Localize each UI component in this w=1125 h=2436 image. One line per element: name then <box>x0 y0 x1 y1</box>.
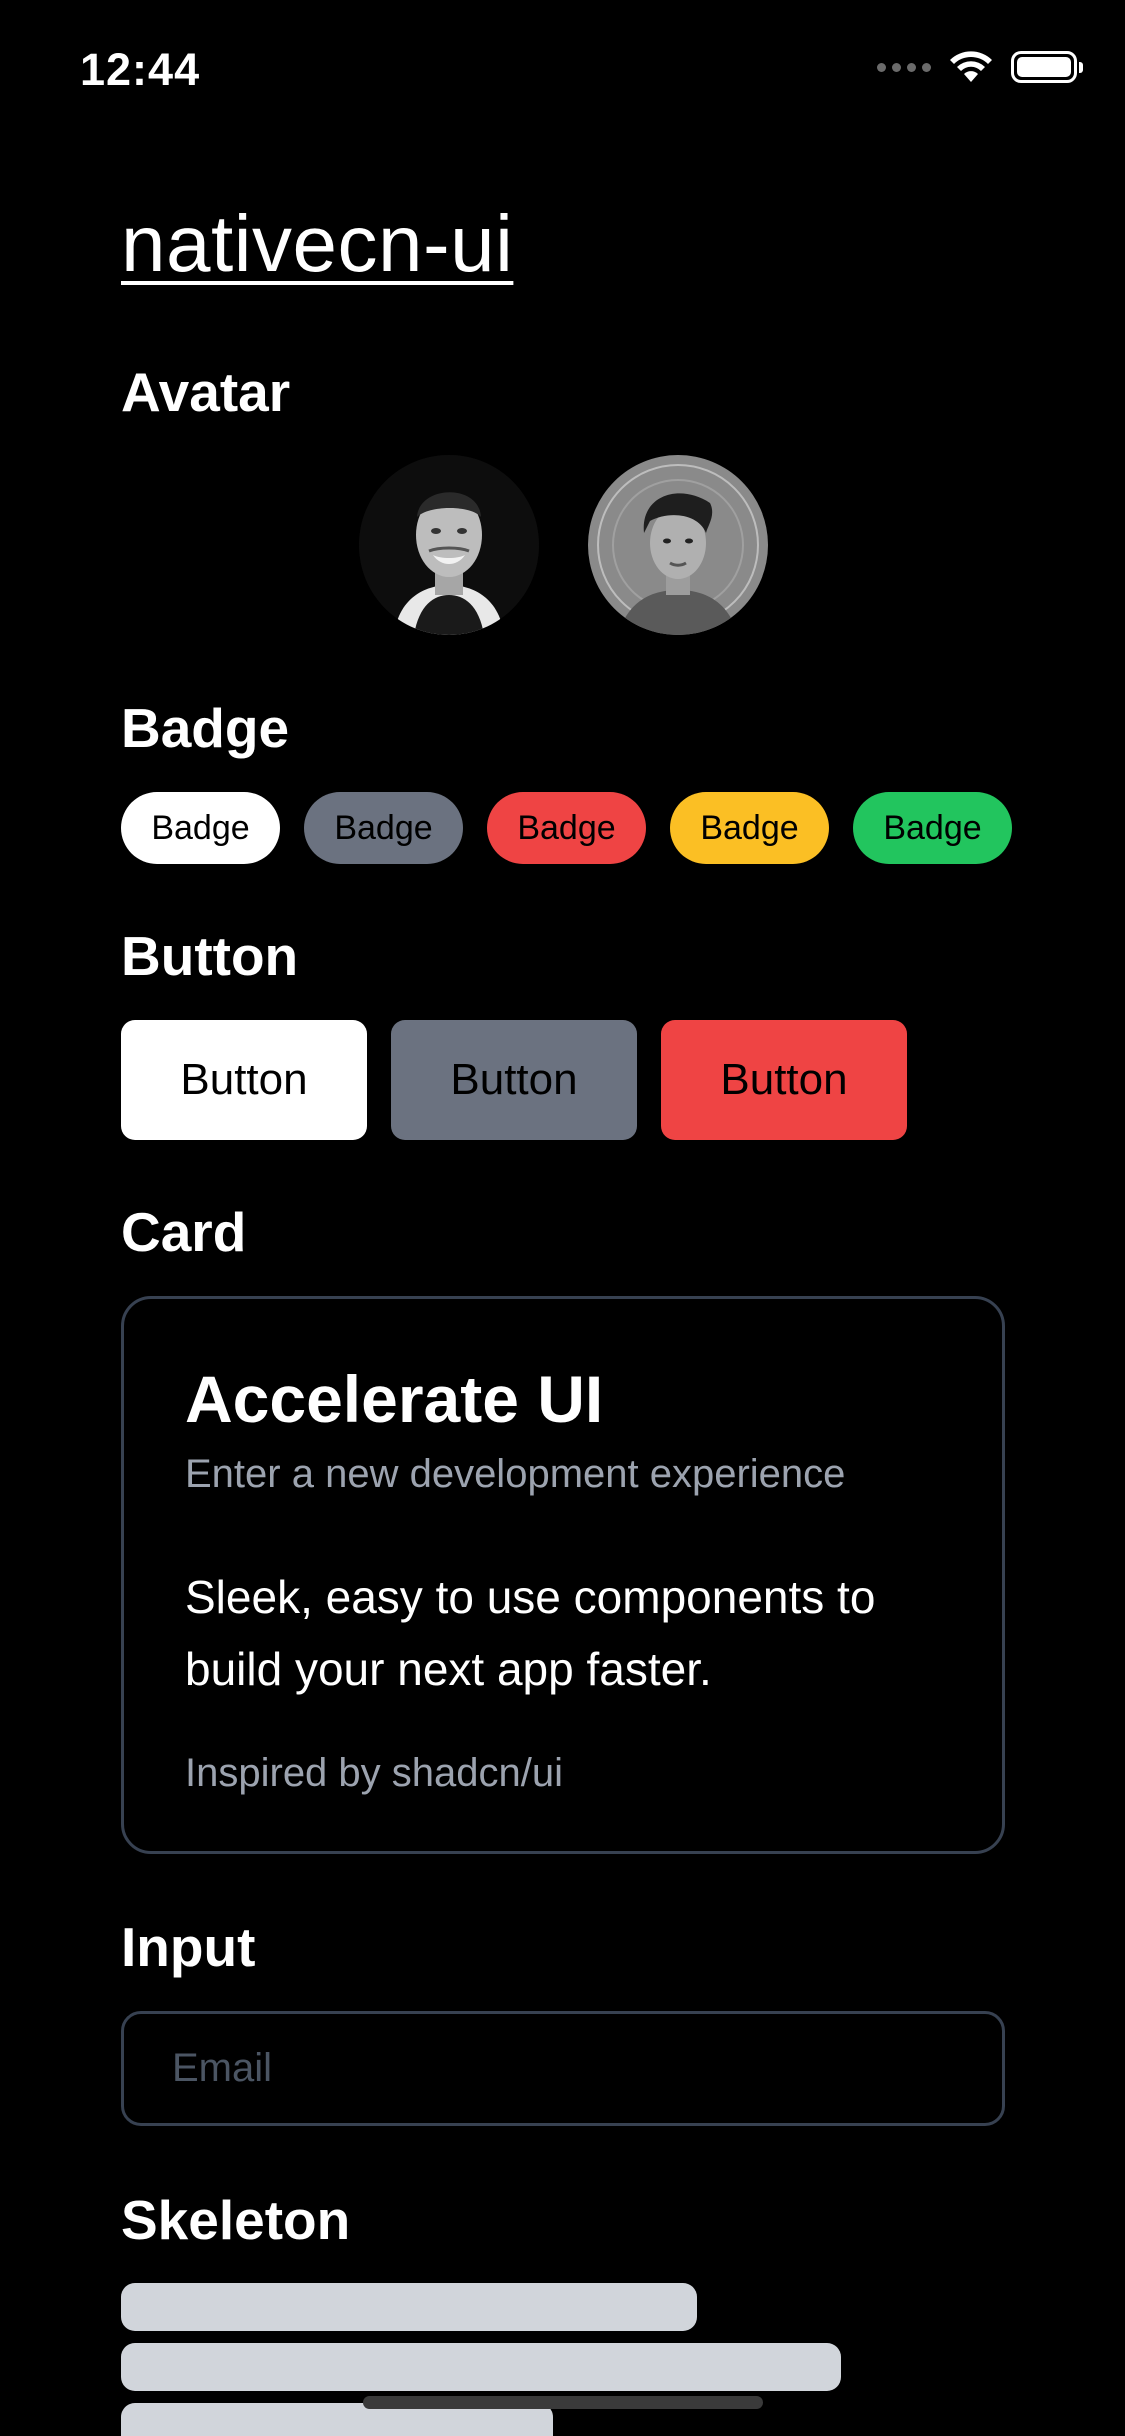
email-input[interactable] <box>121 2011 1005 2126</box>
avatar-smiling-man <box>358 455 539 635</box>
status-time: 12:44 <box>80 44 201 95</box>
home-indicator[interactable] <box>363 2396 763 2409</box>
badge-secondary: Badge <box>304 792 463 864</box>
card: Accelerate UI Enter a new development ex… <box>121 1296 1005 1854</box>
badge-warning: Badge <box>670 792 829 864</box>
button-secondary[interactable]: Button <box>391 1020 637 1140</box>
card-footer: Inspired by shadcn/ui <box>185 1751 564 1795</box>
cellular-signal-icon <box>877 62 931 72</box>
status-icons <box>877 50 1083 84</box>
section-heading-button: Button <box>121 925 299 987</box>
badge-destructive: Badge <box>487 792 646 864</box>
badge-row: Badge Badge Badge Badge Badge <box>121 792 1012 864</box>
card-description: Enter a new development experience <box>185 1452 846 1496</box>
card-title: Accelerate UI <box>185 1362 604 1436</box>
section-heading-input: Input <box>121 1916 256 1978</box>
badge-default: Badge <box>121 792 280 864</box>
button-destructive[interactable]: Button <box>661 1020 907 1140</box>
section-heading-avatar: Avatar <box>121 361 291 423</box>
skeleton-line <box>121 2283 697 2331</box>
section-heading-badge: Badge <box>121 697 290 759</box>
section-heading-card: Card <box>121 1201 247 1263</box>
avatar-row <box>121 455 1005 635</box>
battery-icon <box>1011 51 1083 83</box>
wifi-icon <box>950 51 992 82</box>
badge-success: Badge <box>853 792 1012 864</box>
card-body: Sleek, easy to use components to build y… <box>185 1571 876 1695</box>
avatar-young-man <box>587 455 768 635</box>
status-bar: 12:44 <box>0 0 1125 140</box>
app-title[interactable]: nativecn-ui <box>121 198 513 290</box>
button-row: Button Button Button <box>121 1020 907 1140</box>
skeleton-line <box>121 2343 841 2391</box>
button-default[interactable]: Button <box>121 1020 367 1140</box>
section-heading-skeleton: Skeleton <box>121 2189 351 2251</box>
